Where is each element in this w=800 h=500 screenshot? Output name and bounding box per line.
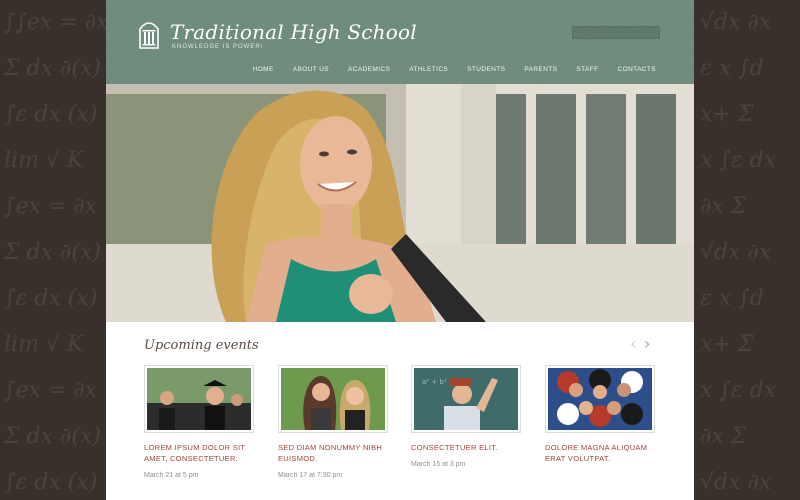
nav-item-students[interactable]: STUDENTS bbox=[467, 66, 505, 73]
chevron-right-icon[interactable]: › bbox=[644, 336, 650, 352]
event-card[interactable]: SED DIAM NONUMMY NIBH EUISMOD. March 17 … bbox=[278, 365, 388, 479]
event-thumbnail[interactable]: a² + b² bbox=[411, 365, 521, 433]
event-thumbnail[interactable] bbox=[278, 365, 388, 433]
student-books-photo: a² + b² bbox=[414, 368, 518, 430]
search-input[interactable] bbox=[572, 26, 660, 39]
two-girls-photo bbox=[281, 368, 385, 430]
svg-text:a² + b²: a² + b² bbox=[422, 378, 447, 386]
event-title[interactable]: LOREM IPSUM DOLOR SIT AMET, CONSECTETUER… bbox=[144, 442, 254, 464]
event-date: March 15 at 3 pm bbox=[411, 461, 466, 468]
nav-item-staff[interactable]: STAFF bbox=[576, 66, 598, 73]
events-heading: Upcoming events bbox=[144, 338, 259, 353]
hero-banner bbox=[106, 84, 694, 322]
students-circle-photo bbox=[548, 368, 652, 430]
background-pattern-right: √dx ∂x ε x ∫d x+ Σx ∫ε dx ∂x Σ √dx ∂x ε x ∫d x… bbox=[700, 10, 777, 495]
nav-item-contacts[interactable]: CONTACTS bbox=[618, 66, 656, 73]
smiling-student-photo bbox=[106, 84, 694, 322]
site-header: Traditional High School KNOWLEDGE IS POW… bbox=[106, 0, 694, 84]
chevron-left-icon[interactable]: ‹ bbox=[630, 336, 636, 352]
event-title[interactable]: SED DIAM NONUMMY NIBH EUISMOD. bbox=[278, 442, 388, 464]
nav-item-academics[interactable]: ACADEMICS bbox=[348, 66, 390, 73]
page-container: Traditional High School KNOWLEDGE IS POW… bbox=[106, 0, 694, 500]
upcoming-events-section: Upcoming events ‹ › LOREM IPSUM DOLOR SI… bbox=[106, 322, 694, 500]
main-nav: HOME ABOUT US ACADEMICS ATHLETICS STUDEN… bbox=[234, 66, 656, 73]
nav-item-parents[interactable]: PARENTS bbox=[524, 66, 557, 73]
event-title[interactable]: CONSECTETUER ELIT. bbox=[411, 442, 521, 453]
background-pattern-left: ∫∫ex = ∂x Σ dx ∂(x) ∫ε dx (x) lim √ K ∫ex = … bbox=[4, 10, 106, 495]
event-title[interactable]: DOLORE MAGNA ALIQUAM ERAT VOLUTPAT. bbox=[545, 442, 655, 464]
event-thumbnail[interactable] bbox=[144, 365, 254, 433]
event-date: March 17 at 7:30 pm bbox=[278, 472, 343, 479]
nav-item-about-us[interactable]: ABOUT US bbox=[293, 66, 329, 73]
site-tagline: KNOWLEDGE IS POWER! bbox=[172, 44, 264, 50]
nav-item-home[interactable]: HOME bbox=[253, 66, 274, 73]
nav-item-athletics[interactable]: ATHLETICS bbox=[409, 66, 448, 73]
building-columns-icon[interactable] bbox=[138, 17, 160, 49]
event-card[interactable]: DOLORE MAGNA ALIQUAM ERAT VOLUTPAT. bbox=[545, 365, 655, 472]
event-date: March 21 at 5 pm bbox=[144, 472, 199, 479]
graduates-photo bbox=[147, 368, 251, 430]
event-thumbnail[interactable] bbox=[545, 365, 655, 433]
event-card[interactable]: LOREM IPSUM DOLOR SIT AMET, CONSECTETUER… bbox=[144, 365, 254, 479]
event-card[interactable]: a² + b² CONSECTETUER ELIT. March 15 at 3… bbox=[411, 365, 521, 468]
site-title[interactable]: Traditional High School bbox=[170, 20, 417, 44]
